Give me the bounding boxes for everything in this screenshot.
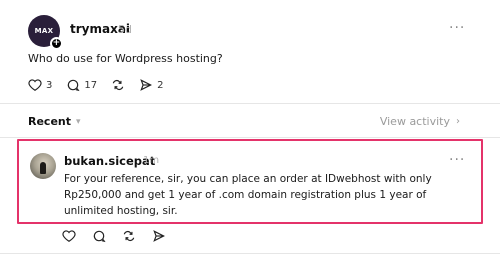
post-text: Who do use for Wordpress hosting? [28,52,223,65]
reply-username[interactable]: bukan.sicepat [64,154,155,168]
follow-plus-icon[interactable]: + [50,37,63,50]
heart-icon [28,79,42,91]
chevron-down-icon: ▾ [76,116,81,127]
divider [0,253,500,254]
send-icon [153,230,165,242]
divider [0,103,500,104]
avatar[interactable]: MAX + [28,15,63,50]
sort-dropdown[interactable]: Recent ▾ [28,115,81,128]
avatar-label: MAX [34,27,54,35]
highlighted-reply: bukan.sicepat 1m ··· For your reference,… [17,139,483,224]
more-options-icon[interactable]: ··· [449,152,465,168]
chevron-right-icon: › [456,116,460,127]
share-button[interactable]: 2 [139,78,163,92]
view-activity-link[interactable]: View activity › [380,115,460,128]
more-options-icon[interactable]: ··· [449,20,465,36]
post-actions: 3 17 2 [28,78,177,92]
reply-avatar[interactable] [30,153,56,179]
like-button[interactable]: 3 [28,78,52,92]
reply-time: 1m [143,155,160,166]
comment-icon [68,79,80,92]
reply-actions [62,229,180,243]
comment-icon [93,230,106,243]
share-button[interactable] [152,229,166,243]
heart-icon [62,230,76,242]
reply-text: For your reference, sir, you can place a… [64,173,432,217]
repost-icon [112,79,124,91]
divider [0,137,500,138]
like-count: 3 [46,79,53,91]
send-icon [140,79,153,91]
repost-button[interactable] [111,78,125,92]
repost-button[interactable] [122,229,136,243]
comment-button[interactable] [92,229,106,243]
comment-button[interactable]: 17 [66,78,97,92]
repost-icon [123,230,135,242]
comment-count: 17 [84,79,98,91]
like-button[interactable] [62,229,76,243]
share-count: 2 [157,79,164,91]
post-time: 5d [118,23,132,36]
sort-label: Recent [28,115,72,128]
view-activity-label: View activity [379,115,450,128]
